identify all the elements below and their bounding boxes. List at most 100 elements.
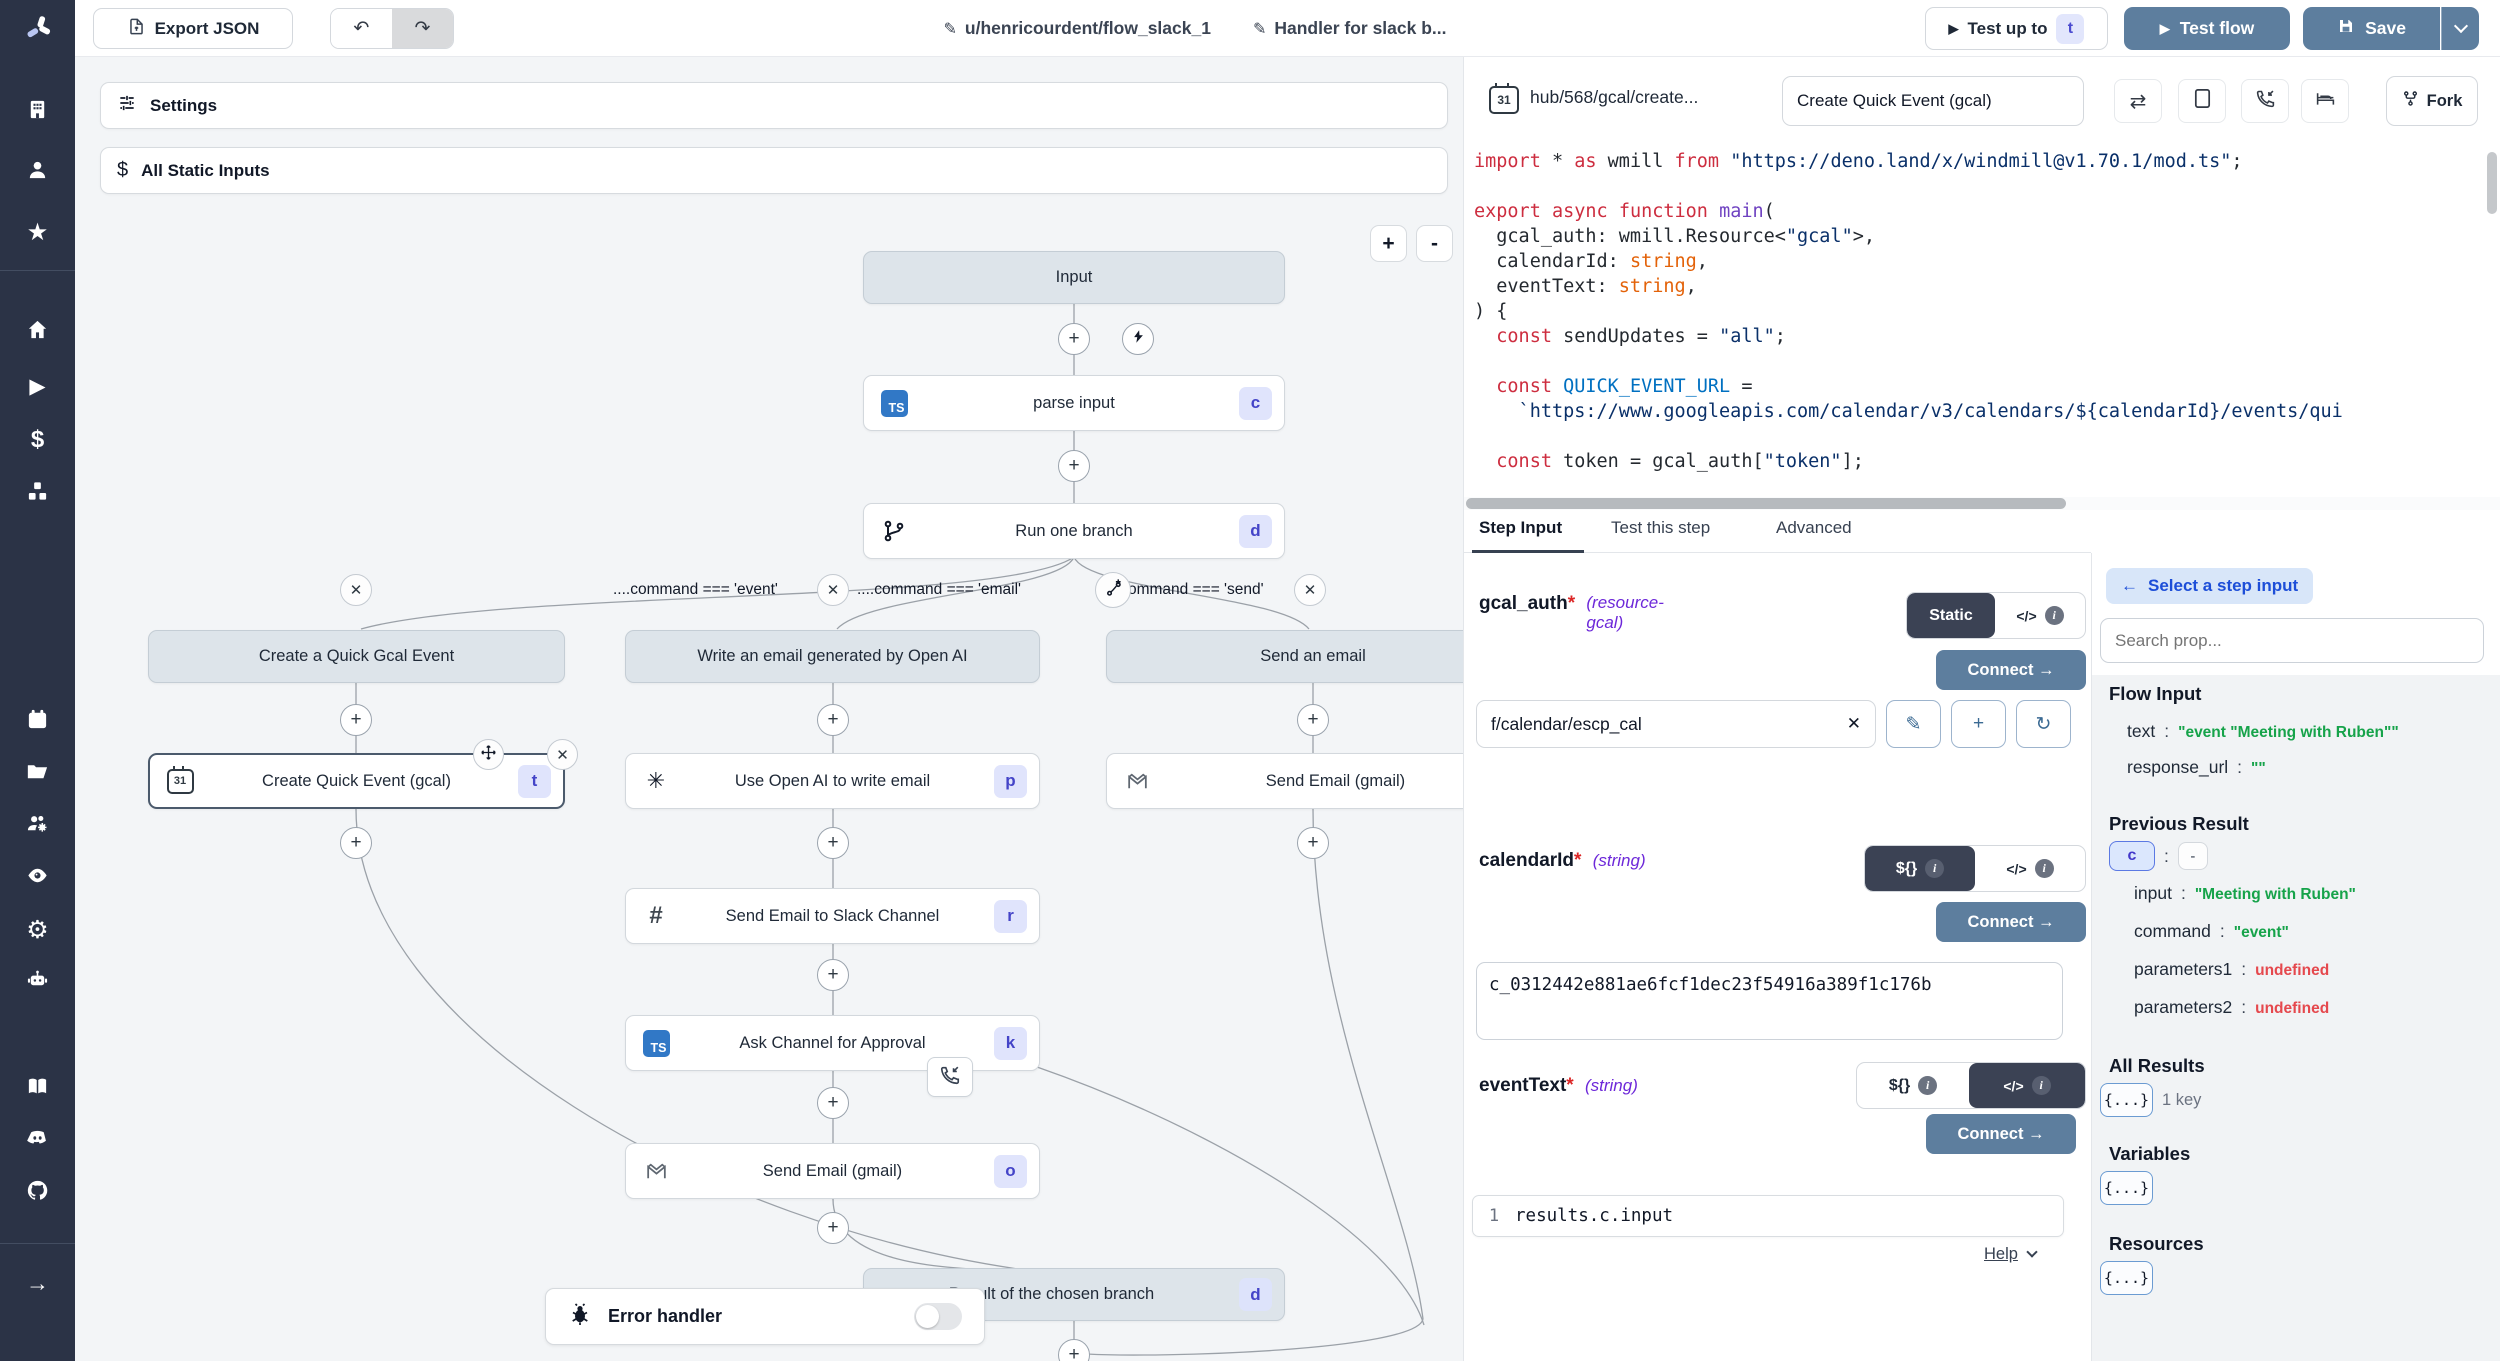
tab-step-input[interactable]: Step Input (1479, 518, 1562, 538)
add-step-button[interactable]: + (817, 827, 849, 859)
create-quick-event-node[interactable]: 31 Create Quick Event (gcal) t (148, 753, 565, 809)
all-results-object-chip[interactable]: {...} (2100, 1083, 2153, 1117)
sidebar-gear-icon[interactable]: ⚙ (0, 908, 75, 952)
export-json-button[interactable]: Export JSON (93, 8, 293, 49)
prop-row-input[interactable]: input:"Meeting with Ruben" (2134, 883, 2356, 904)
trigger-bolt-button[interactable] (1122, 323, 1154, 355)
collapse-button[interactable]: - (2178, 842, 2208, 870)
add-step-button[interactable]: + (340, 827, 372, 859)
ask-channel-approval-node[interactable]: TS Ask Channel for Approval k (625, 1015, 1040, 1071)
resources-object-chip[interactable]: {...} (2100, 1261, 2153, 1295)
help-link[interactable]: Help (1984, 1245, 2036, 1264)
sidebar-play-icon[interactable]: ▶ (0, 364, 75, 408)
suspend-icon-button[interactable] (2241, 79, 2289, 123)
event-text-expression-input[interactable]: 1 results.c.input (1472, 1195, 2064, 1237)
delete-step-button[interactable]: ✕ (547, 739, 578, 770)
add-step-button[interactable]: + (817, 704, 849, 736)
sidebar-folder-icon[interactable] (0, 752, 75, 796)
tab-test-this-step[interactable]: Test this step (1611, 518, 1710, 538)
save-button[interactable]: Save (2303, 7, 2440, 50)
prop-row-response_url[interactable]: response_url:"" (2127, 757, 2266, 778)
step-id-chip[interactable]: c (2109, 841, 2155, 871)
prop-row-parameters2[interactable]: parameters2:undefined (2134, 997, 2329, 1018)
branch-header-email[interactable]: Write an email generated by Open AI (625, 630, 1040, 683)
prop-row-text[interactable]: text:"event "Meeting with Ruben"" (2127, 721, 2399, 742)
template-mode-segment[interactable]: ${}i (1865, 846, 1975, 891)
redo-button[interactable]: ↷ (392, 9, 453, 48)
gcal-auth-connect-button[interactable]: Connect → (1936, 650, 2086, 690)
javascript-mode-segment[interactable]: </>i (1975, 846, 2085, 891)
add-branch-button[interactable] (1095, 572, 1131, 608)
sidebar-discord-icon[interactable] (0, 1119, 75, 1163)
gcal-auth-resource-input[interactable]: f/calendar/escp_cal ✕ (1476, 700, 1876, 748)
add-step-button[interactable]: + (340, 704, 372, 736)
test-flow-button[interactable]: ▶ Test flow (2124, 7, 2290, 50)
windmill-logo-icon[interactable] (0, 6, 75, 50)
select-step-input-button[interactable]: ← Select a step input (2106, 568, 2313, 604)
refresh-resource-button[interactable]: ↻ (2016, 700, 2071, 748)
code-vertical-scrollbar[interactable] (2487, 152, 2497, 214)
run-one-branch-node[interactable]: Run one branch d (863, 503, 1285, 559)
edit-resource-button[interactable]: ✎ (1886, 700, 1941, 748)
sidebar-star-icon[interactable]: ★ (0, 210, 75, 254)
prop-row-command[interactable]: command:"event" (2134, 921, 2289, 942)
sidebar-building-icon[interactable] (0, 90, 75, 134)
test-up-to-button[interactable]: ▶ Test up to t (1925, 7, 2108, 50)
parse-input-node[interactable]: TS parse input c (863, 375, 1285, 431)
step-name-input[interactable] (1782, 76, 2084, 126)
add-step-button[interactable]: + (817, 1087, 849, 1119)
variables-object-chip[interactable]: {...} (2100, 1171, 2153, 1205)
template-mode-segment[interactable]: ${}i (1857, 1063, 1969, 1108)
calendar-id-value-input[interactable]: c_0312442e881ae6fcf1dec23f54916a389f1c17… (1476, 962, 2063, 1040)
suspend-approval-indicator[interactable] (927, 1057, 973, 1097)
early-stop-icon-button[interactable] (2178, 79, 2226, 123)
branch-header-send[interactable]: Send an email (1106, 630, 1463, 683)
input-node[interactable]: Input (863, 251, 1285, 304)
code-editor[interactable]: import * as wmill from "https://deno.lan… (1464, 149, 2500, 497)
flow-path-edit[interactable]: ✎u/henricourdent/flow_slack_1 (944, 18, 1211, 39)
sidebar-github-icon[interactable] (0, 1171, 75, 1215)
calendar-id-connect-button[interactable]: Connect → (1936, 902, 2086, 942)
add-step-button[interactable]: + (1058, 323, 1090, 355)
add-step-button[interactable]: + (817, 959, 849, 991)
sidebar-arrow-right-icon[interactable]: → (0, 1261, 75, 1305)
sidebar-bot-icon[interactable] (0, 960, 75, 1004)
remove-branch-button[interactable]: ✕ (817, 574, 849, 606)
javascript-mode-segment[interactable]: </>i (1995, 593, 2085, 638)
add-step-button[interactable]: + (1297, 704, 1329, 736)
clear-icon[interactable]: ✕ (1847, 714, 1861, 734)
sidebar-home-icon[interactable] (0, 310, 75, 354)
prop-row-parameters1[interactable]: parameters1:undefined (2134, 959, 2329, 980)
prop-search-input[interactable] (2100, 618, 2484, 663)
undo-button[interactable]: ↶ (331, 9, 392, 48)
move-step-button[interactable] (473, 739, 504, 770)
send-email-slack-node[interactable]: # Send Email to Slack Channel r (625, 888, 1040, 944)
flow-summary-edit[interactable]: ✎Handler for slack b... (1253, 18, 1447, 39)
sidebar-boxes-icon[interactable] (0, 472, 75, 516)
add-step-button[interactable]: + (817, 1212, 849, 1244)
sidebar-eye-icon[interactable] (0, 856, 75, 900)
event-text-connect-button[interactable]: Connect → (1926, 1114, 2076, 1154)
flow-settings-bar[interactable]: Settings (100, 82, 1448, 129)
zoom-out-button[interactable]: - (1416, 225, 1453, 262)
send-email-gmail-node[interactable]: Send Email (gmail) o (625, 1143, 1040, 1199)
remove-branch-button[interactable]: ✕ (340, 574, 372, 606)
add-resource-button[interactable]: + (1951, 700, 2006, 748)
use-openai-node[interactable]: ✳ Use Open AI to write email p (625, 753, 1040, 809)
static-mode-segment[interactable]: Static (1907, 593, 1995, 638)
all-static-inputs-bar[interactable]: $ All Static Inputs (100, 147, 1448, 194)
branch-header-gcal[interactable]: Create a Quick Gcal Event (148, 630, 565, 683)
code-horizontal-scrollbar[interactable] (1464, 497, 2500, 510)
sleep-icon-button[interactable] (2301, 79, 2349, 123)
add-step-button[interactable]: + (1058, 450, 1090, 482)
sidebar-dollar-icon[interactable]: $ (0, 418, 75, 462)
send-email-gmail-node-right[interactable]: Send Email (gmail) (1106, 753, 1463, 809)
sidebar-calendar-icon[interactable] (0, 700, 75, 744)
fork-button[interactable]: Fork (2386, 76, 2478, 126)
add-step-button[interactable]: + (1297, 827, 1329, 859)
sidebar-user-icon[interactable] (0, 150, 75, 194)
flow-canvas[interactable]: Settings $ All Static Inputs + - Input +… (75, 57, 1463, 1361)
remove-branch-button[interactable]: ✕ (1294, 574, 1326, 606)
sidebar-book-icon[interactable] (0, 1067, 75, 1111)
sidebar-users-gear-icon[interactable] (0, 804, 75, 848)
